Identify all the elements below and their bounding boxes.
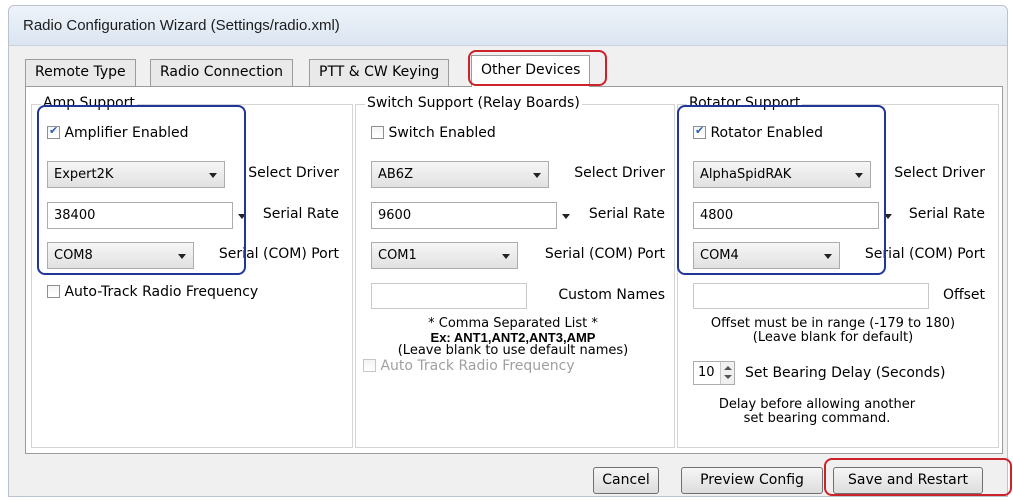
other-devices-panel: Amp Support Amplifier Enabled Expert2K S… (25, 86, 1003, 454)
spinner-arrows-icon[interactable] (720, 362, 734, 384)
delay-note-line1: Delay before allowing another (718, 397, 916, 412)
amp-driver-value: Expert2K (54, 167, 114, 182)
checkbox-unchecked-icon[interactable] (371, 126, 384, 139)
amplifier-enabled-label: Amplifier Enabled (64, 125, 189, 141)
save-and-restart-button[interactable]: Save and Restart (833, 467, 983, 494)
offset-input[interactable] (693, 283, 929, 309)
switch-autotrack-label: Auto Track Radio Frequency (380, 358, 575, 374)
amp-support-group: Amp Support Amplifier Enabled Expert2K S… (31, 95, 353, 448)
switch-enabled-checkbox[interactable]: Switch Enabled (371, 125, 496, 141)
offset-note-line2: (Leave blank for default) (752, 330, 914, 345)
switch-driver-label: Select Driver (574, 165, 665, 181)
rotator-driver-value: AlphaSpidRAK (700, 167, 792, 182)
wizard-window: Radio Configuration Wizard (Settings/rad… (8, 5, 1008, 497)
tab-other-devices[interactable]: Other Devices (471, 55, 591, 87)
window-title: Radio Configuration Wizard (Settings/rad… (23, 17, 340, 34)
switch-com-port-dropdown[interactable]: COM1 (371, 242, 518, 269)
amp-autotrack-checkbox[interactable]: Auto-Track Radio Frequency (47, 284, 258, 300)
bearing-delay-spinner[interactable]: 10 (693, 361, 735, 385)
switch-serial-rate-combo[interactable]: 9600 (371, 202, 570, 229)
amp-com-port-dropdown[interactable]: COM8 (47, 242, 194, 269)
switch-driver-value: AB6Z (378, 167, 413, 182)
rotator-rate-value: 4800 (700, 208, 734, 223)
switch-driver-dropdown[interactable]: AB6Z (371, 161, 549, 188)
amp-rate-value: 38400 (54, 208, 96, 223)
rotator-enabled-checkbox[interactable]: Rotator Enabled (693, 124, 824, 141)
chevron-down-icon (178, 254, 186, 259)
chevron-down-icon (209, 173, 217, 178)
amp-support-legend: Amp Support (41, 95, 137, 111)
rotator-com-port-label: Serial (COM) Port (864, 246, 985, 262)
tab-radio-connection[interactable]: Radio Connection (150, 59, 294, 86)
checkbox-checked-icon[interactable] (693, 124, 706, 139)
amp-autotrack-label: Auto-Track Radio Frequency (64, 284, 259, 300)
switch-enabled-label: Switch Enabled (388, 125, 496, 141)
chevron-down-icon (855, 173, 863, 178)
switch-support-legend: Switch Support (Relay Boards) (365, 95, 582, 111)
chevron-down-icon (533, 173, 541, 178)
amp-driver-label: Select Driver (248, 165, 339, 181)
amp-serial-rate-label: Serial Rate (262, 206, 339, 222)
switch-com-port-label: Serial (COM) Port (544, 246, 665, 262)
custom-names-note-line1: * Comma Separated List * (428, 316, 598, 331)
rotator-serial-rate-combo[interactable]: 4800 (693, 202, 892, 229)
custom-names-label: Custom Names (558, 287, 665, 303)
cancel-button[interactable]: Cancel (593, 467, 659, 494)
bearing-delay-label: Set Bearing Delay (Seconds) (745, 365, 946, 381)
bearing-delay-value: 10 (698, 365, 715, 380)
switch-autotrack-checkbox[interactable]: Auto Track Radio Frequency (363, 358, 575, 374)
delay-note-line2: set bearing command. (743, 411, 891, 426)
rotator-driver-dropdown[interactable]: AlphaSpidRAK (693, 161, 871, 188)
rotator-enabled-label: Rotator Enabled (710, 125, 824, 141)
amp-port-value: COM8 (54, 248, 93, 263)
checkbox-checked-icon[interactable] (47, 124, 60, 139)
amp-com-port-label: Serial (COM) Port (218, 246, 339, 262)
amp-serial-rate-combo[interactable]: 38400 (47, 202, 246, 229)
chevron-down-icon (502, 254, 510, 259)
switch-support-group: Switch Support (Relay Boards) Switch Ena… (355, 95, 675, 448)
chevron-down-icon (824, 254, 832, 259)
rotator-port-value: COM4 (700, 248, 739, 263)
rotator-com-port-dropdown[interactable]: COM4 (693, 242, 840, 269)
amp-driver-dropdown[interactable]: Expert2K (47, 161, 225, 188)
tab-remote-type[interactable]: Remote Type (25, 59, 136, 86)
custom-names-input[interactable] (371, 283, 527, 309)
amplifier-enabled-checkbox[interactable]: Amplifier Enabled (47, 124, 189, 141)
switch-rate-value: 9600 (378, 208, 412, 223)
rotator-serial-rate-label: Serial Rate (908, 206, 985, 222)
rotator-support-group: Rotator Support Rotator Enabled AlphaSpi… (677, 95, 999, 448)
offset-note-line1: Offset must be in range (-179 to 180) (710, 316, 956, 331)
switch-serial-rate-label: Serial Rate (588, 206, 665, 222)
title-bar: Radio Configuration Wizard (Settings/rad… (9, 6, 1007, 46)
checkbox-disabled-icon[interactable] (363, 359, 376, 372)
switch-port-value: COM1 (378, 248, 417, 263)
rotator-support-legend: Rotator Support (687, 95, 803, 111)
checkbox-unchecked-icon[interactable] (47, 285, 60, 298)
tab-ptt-cw-keying[interactable]: PTT & CW Keying (309, 59, 450, 86)
rotator-driver-label: Select Driver (894, 165, 985, 181)
offset-label: Offset (942, 287, 985, 303)
custom-names-note-line3: (Leave blank to use default names) (397, 343, 629, 358)
preview-config-button[interactable]: Preview Config (681, 467, 823, 494)
